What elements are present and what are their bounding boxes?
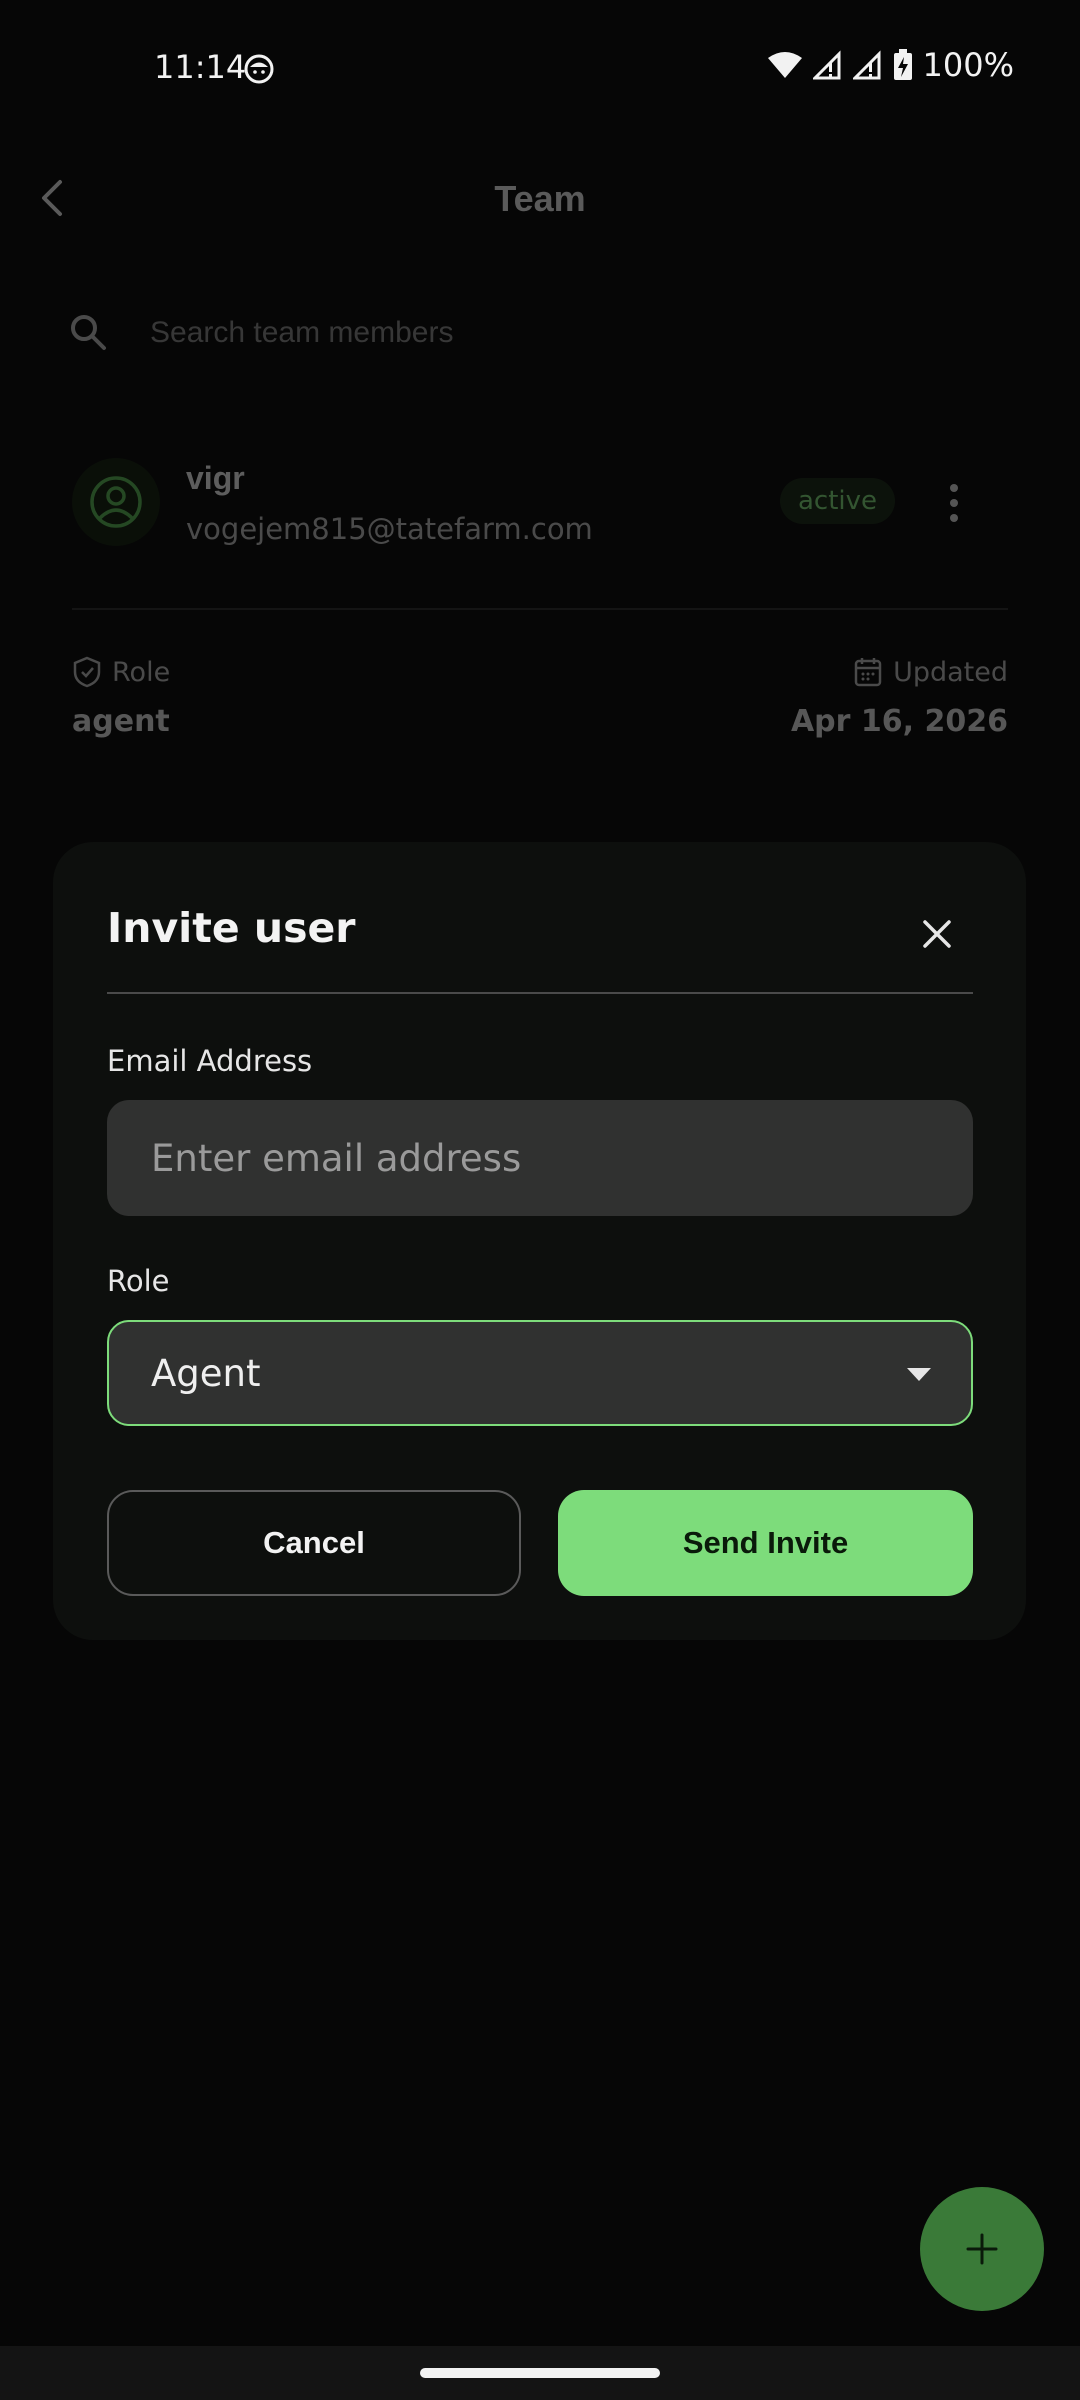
cancel-button[interactable]: Cancel	[107, 1490, 521, 1596]
page-title: Team	[494, 178, 586, 219]
signal-icon-2	[852, 50, 881, 80]
send-invite-button[interactable]: Send Invite	[558, 1490, 973, 1596]
status-badge: active	[780, 478, 896, 524]
role-select[interactable]: Agent	[107, 1320, 973, 1426]
dialog-divider	[107, 992, 973, 994]
invite-user-dialog: Invite user Email Address Role Agent Can…	[53, 842, 1026, 1640]
battery-icon	[893, 49, 912, 80]
role-label: Role	[72, 656, 170, 688]
search-icon	[71, 315, 106, 350]
battery-percent: 100%	[922, 46, 1014, 84]
updated-label: Updated	[853, 656, 1008, 688]
role-value: agent	[72, 704, 170, 739]
role-field-label: Role	[107, 1264, 170, 1298]
notification-icon	[244, 54, 274, 84]
more-vertical-icon[interactable]	[940, 478, 968, 528]
close-icon[interactable]	[913, 910, 961, 958]
search-input[interactable]	[150, 310, 850, 356]
member-divider	[72, 608, 1008, 610]
updated-label-text: Updated	[893, 656, 1008, 688]
email-field[interactable]	[107, 1100, 973, 1216]
wifi-icon	[767, 52, 802, 78]
plus-icon	[966, 2233, 998, 2265]
member-name: vigr	[186, 460, 245, 496]
member-email: vogejem815@tatefarm.com	[186, 512, 593, 546]
calendar-icon	[854, 658, 882, 687]
email-label: Email Address	[107, 1044, 313, 1078]
status-time: 11:14	[154, 48, 247, 86]
avatar	[72, 458, 160, 546]
role-label-text: Role	[112, 656, 171, 688]
home-gesture-handle[interactable]	[420, 2368, 660, 2378]
role-select-value: Agent	[151, 1351, 261, 1395]
user-circle-icon	[90, 476, 142, 528]
updated-value: Apr 16, 2026	[790, 704, 1008, 739]
status-indicators: 100%	[767, 46, 1014, 84]
caret-down-icon	[907, 1368, 931, 1381]
add-member-button[interactable]	[920, 2187, 1044, 2311]
dialog-title: Invite user	[107, 904, 356, 952]
signal-icon	[812, 50, 841, 80]
shield-check-icon	[73, 656, 101, 688]
